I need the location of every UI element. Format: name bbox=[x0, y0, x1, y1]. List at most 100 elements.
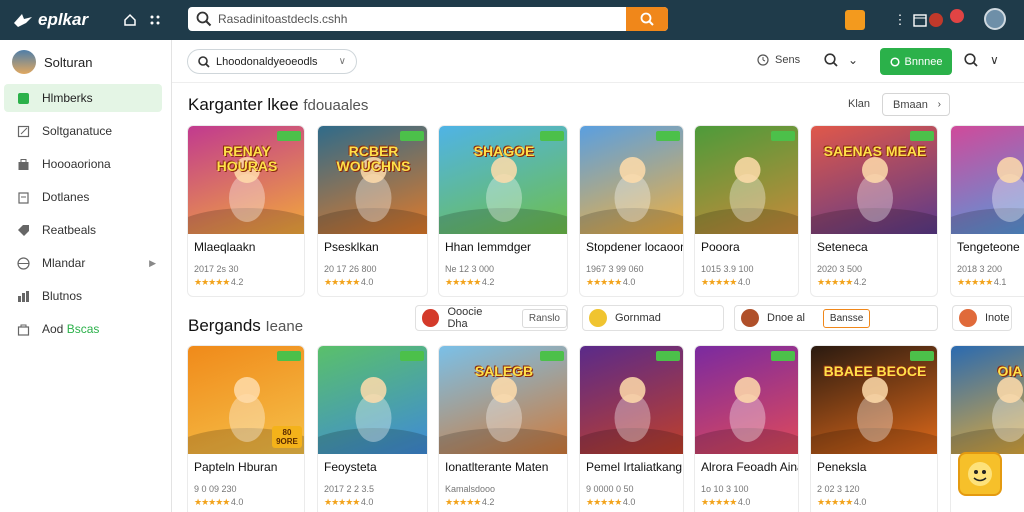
game-card[interactable]: RCBER WOUCHNS Psesklkan 20 17 26 800 ★★★★★ … bbox=[317, 125, 428, 297]
sidebar-item-tag[interactable]: Reatbeals bbox=[4, 216, 162, 244]
section-title: Bergands Ieane bbox=[188, 316, 304, 335]
sidebar-header[interactable]: Solturan bbox=[12, 50, 92, 74]
game-meta: 2 02 3 120 bbox=[817, 484, 860, 494]
game-thumbnail[interactable] bbox=[580, 346, 683, 454]
grid-icon[interactable] bbox=[145, 10, 165, 30]
sidebar-item-edit[interactable]: Soltganatuce bbox=[4, 117, 162, 145]
game-title[interactable]: Psesklkan bbox=[324, 240, 379, 254]
game-thumbnail[interactable]: SHAGOE bbox=[439, 126, 567, 234]
new-tag bbox=[277, 351, 301, 361]
chevron-down-icon[interactable]: ∨ bbox=[990, 53, 999, 67]
game-card[interactable]: Pemel Irtaliatkang 9 0000 0 50 ★★★★★ 4.0 bbox=[579, 345, 684, 512]
search-icon[interactable] bbox=[964, 53, 978, 67]
category-pill[interactable]: Inote bbox=[952, 305, 1012, 331]
category-label: Dnoe al bbox=[767, 312, 805, 324]
game-logo-text: RENAY HOURAS bbox=[216, 143, 278, 174]
game-card[interactable]: SALEGB Ionatlterante Maten Kamalsdooo ★★★★★… bbox=[438, 345, 568, 512]
game-title[interactable]: Feoysteta bbox=[324, 460, 377, 474]
sort-control[interactable]: Sens bbox=[757, 54, 800, 66]
filter-search[interactable]: Lhoodonaldyeoeodls ∨ bbox=[187, 49, 357, 74]
category-pill[interactable]: Gornmad bbox=[582, 305, 724, 331]
game-card[interactable]: Feoysteta 2017 2 2 3.5 ★★★★★ 4.0 bbox=[317, 345, 428, 512]
home-icon bbox=[16, 91, 30, 105]
sidebar-item-clipboard[interactable]: Dotlanes bbox=[4, 183, 162, 211]
game-card[interactable]: SHAGOE Hhan Iemmdger Ne 12 3 000 ★★★★★ 4.2 bbox=[438, 125, 568, 297]
category-icon bbox=[422, 309, 440, 327]
toolbar-divider bbox=[172, 82, 1024, 83]
category-pill[interactable]: Ooocie Dha Ranslo bbox=[415, 305, 568, 331]
rating-value: 4.0 bbox=[622, 277, 636, 287]
game-thumbnail[interactable] bbox=[695, 126, 798, 234]
home-icon[interactable] bbox=[120, 10, 140, 30]
game-thumbnail[interactable]: RCBER WOUCHNS bbox=[318, 126, 427, 234]
sidebar-item-add[interactable]: Aod Bscas bbox=[4, 315, 162, 343]
filter-input[interactable]: Lhoodonaldyeoeodls bbox=[216, 56, 318, 68]
game-card[interactable]: Alrora Feoadh Aina 1o 10 3 100 ★★★★★ 4.0 bbox=[694, 345, 799, 512]
game-title[interactable]: Hhan Iemmdger bbox=[445, 240, 531, 254]
game-thumbnail[interactable]: SAENAS MEAE bbox=[811, 126, 937, 234]
user-avatar[interactable] bbox=[984, 8, 1006, 30]
game-title[interactable]: Peneksla bbox=[817, 460, 866, 474]
game-title[interactable]: Pemel Irtaliatkang bbox=[586, 460, 682, 474]
sidebar-item-bag[interactable]: Hoooaoriona bbox=[4, 150, 162, 178]
game-card[interactable]: BBAEE BEOCE Peneksla 2 02 3 120 ★★★★★ 4.0 bbox=[810, 345, 938, 512]
game-thumbnail[interactable]: SALEGB bbox=[439, 346, 567, 454]
floating-game-icon[interactable] bbox=[958, 452, 1002, 496]
new-tag bbox=[656, 351, 680, 361]
game-card[interactable]: Tengeteone 2018 3 200 ★★★★★ 4.1 bbox=[950, 125, 1024, 297]
primary-action-button[interactable]: Bnnnee bbox=[880, 48, 952, 75]
game-meta: 2017 2 2 3.5 bbox=[324, 484, 375, 494]
game-card[interactable]: 80 9ORE Papteln Hburan 9 0 09 230 ★★★★★ 4.0 bbox=[187, 345, 305, 512]
game-thumbnail[interactable] bbox=[318, 346, 427, 454]
game-thumbnail[interactable] bbox=[580, 126, 683, 234]
search-icon[interactable] bbox=[824, 53, 838, 67]
game-title[interactable]: Seteneca bbox=[817, 240, 868, 254]
bird-logo-icon bbox=[14, 14, 32, 27]
alert-badge[interactable] bbox=[950, 9, 964, 23]
game-thumbnail[interactable] bbox=[951, 126, 1024, 234]
avatar bbox=[12, 50, 36, 74]
sidebar-item-label: Aod Bscas bbox=[42, 322, 100, 336]
search-input[interactable]: Rasadinitoastdecls.cshh bbox=[218, 12, 347, 26]
app-logo[interactable]: eplkar bbox=[12, 8, 88, 32]
category-icon bbox=[589, 309, 607, 327]
profile-mini-icon[interactable] bbox=[926, 10, 946, 30]
sidebar-item-home[interactable]: Hlmberks bbox=[4, 84, 162, 112]
chevron-down-icon[interactable]: ∨ bbox=[339, 56, 346, 67]
game-card[interactable]: Stopdener locaoon 1967 3 99 060 ★★★★★ 4.0 bbox=[579, 125, 684, 297]
chevron-down-icon[interactable]: ⌄ bbox=[848, 53, 858, 67]
right-toolbar-icons: ∨ bbox=[964, 53, 999, 67]
game-title[interactable]: Papteln Hburan bbox=[194, 460, 277, 474]
game-title[interactable]: Ionatlterante Maten bbox=[445, 460, 548, 474]
global-search[interactable]: Rasadinitoastdecls.cshh bbox=[188, 7, 668, 31]
category-subtag[interactable]: Ranslo bbox=[521, 308, 567, 328]
game-thumbnail[interactable] bbox=[695, 346, 798, 454]
rating-value: 4.0 bbox=[360, 277, 374, 287]
game-thumbnail[interactable]: BBAEE BEOCE bbox=[811, 346, 937, 454]
game-card[interactable]: SAENAS MEAE Seteneca 2020 3 500 ★★★★★ 4.2 bbox=[810, 125, 938, 297]
search-button[interactable] bbox=[626, 7, 668, 31]
game-thumbnail[interactable]: RENAY HOURAS bbox=[188, 126, 304, 234]
game-title[interactable]: Stopdener locaoon bbox=[586, 240, 683, 254]
category-subtag[interactable]: Bansse bbox=[822, 308, 871, 328]
view-all-button[interactable]: Bmaan › bbox=[882, 93, 950, 116]
game-title[interactable]: Tengeteone bbox=[957, 240, 1020, 254]
game-rating: ★★★★★ 4.0 bbox=[324, 497, 373, 508]
game-title[interactable]: Alrora Feoadh Aina bbox=[701, 460, 798, 474]
game-card[interactable]: Pooora 1015 3.9 100 ★★★★★ 4.0 bbox=[694, 125, 799, 297]
more-icon[interactable]: ⋮ bbox=[890, 10, 910, 30]
sidebar-item-globe[interactable]: Mlandar ▶ bbox=[4, 249, 162, 277]
notification-chip[interactable] bbox=[845, 10, 865, 30]
game-thumbnail[interactable]: OIA bbox=[951, 346, 1024, 454]
game-title[interactable]: Mlaeqlaakn bbox=[194, 240, 255, 254]
sort-label: Sens bbox=[775, 54, 801, 66]
star-rating-icon: ★★★★★ bbox=[957, 277, 994, 287]
game-card[interactable]: RENAY HOURAS Mlaeqlaakn 2017 2s 30 ★★★★★ 4.… bbox=[187, 125, 305, 297]
search-icon bbox=[640, 12, 654, 26]
category-pill[interactable]: Dnoe al Bansse bbox=[734, 305, 938, 331]
rating-value: 4.2 bbox=[230, 277, 244, 287]
game-thumbnail[interactable]: 80 9ORE bbox=[188, 346, 304, 454]
game-title[interactable]: Pooora bbox=[701, 240, 740, 254]
sidebar-item-chart[interactable]: Blutnos bbox=[4, 282, 162, 310]
game-logo-text: OIA bbox=[997, 363, 1023, 379]
